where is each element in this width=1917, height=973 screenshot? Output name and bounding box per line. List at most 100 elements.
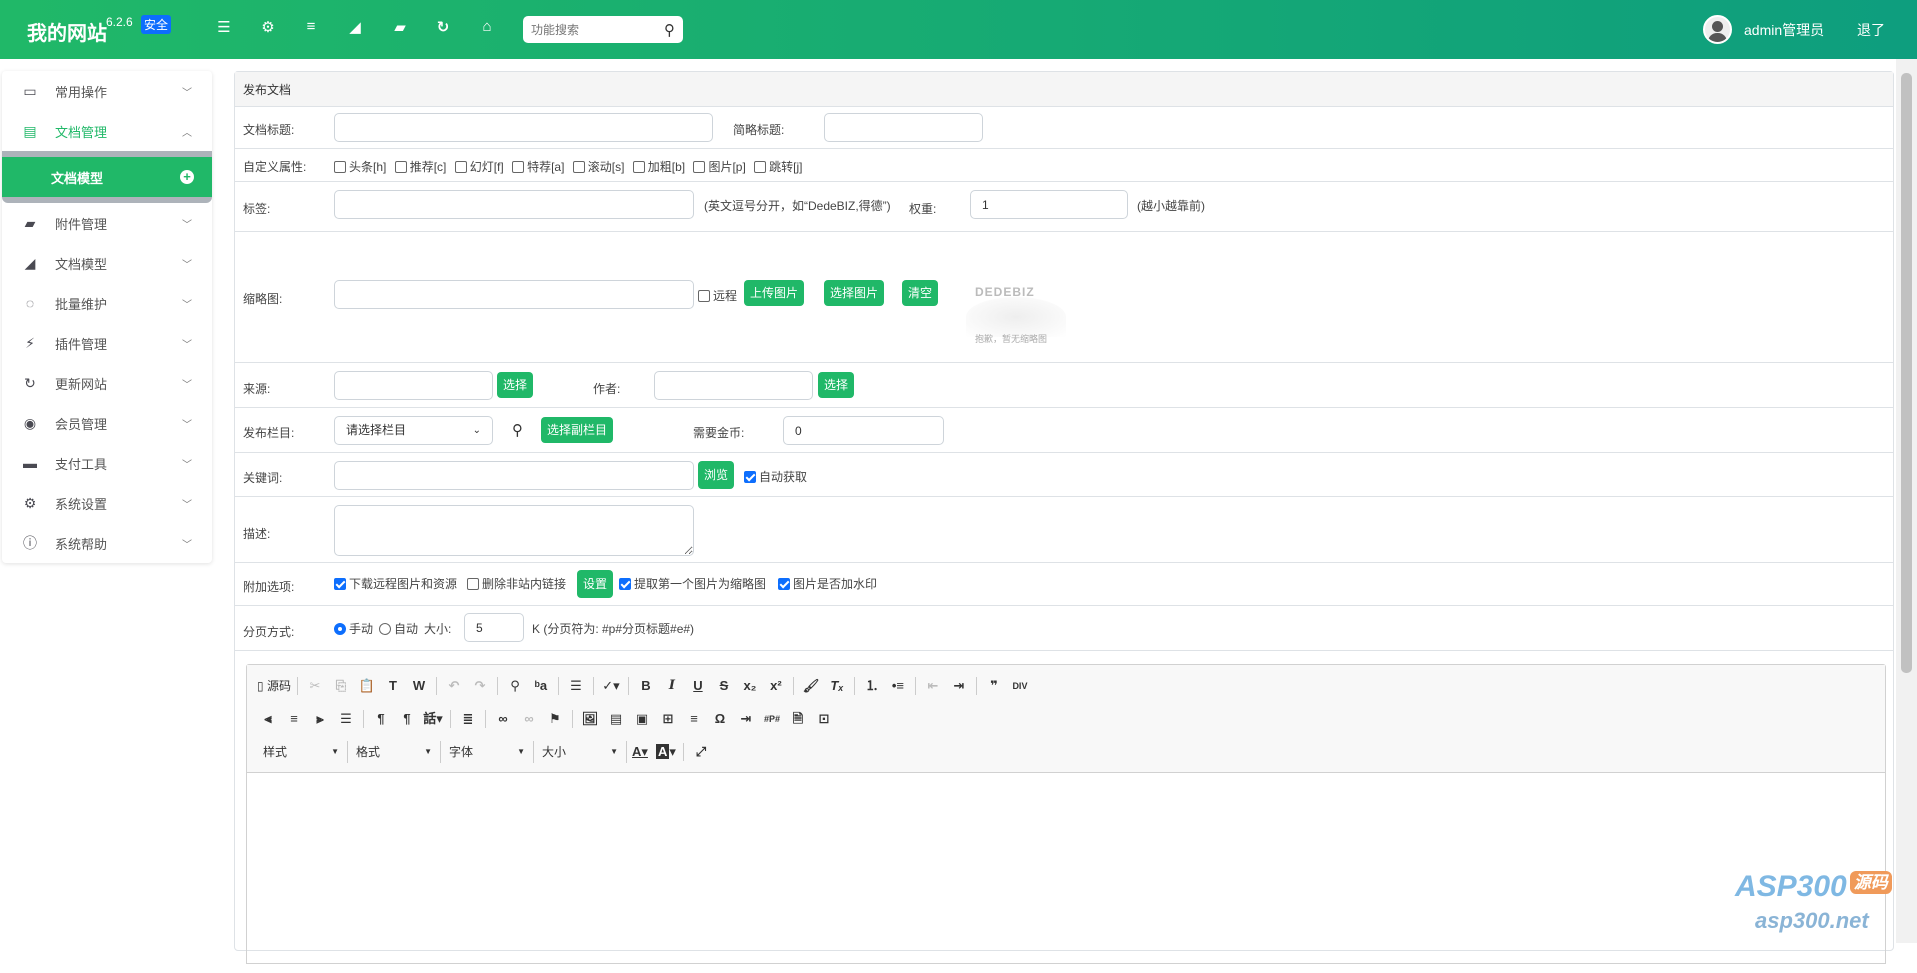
logout-link[interactable]: 退了 — [1857, 20, 1885, 40]
author-input[interactable] — [654, 371, 813, 400]
attr-h-checkbox[interactable]: 头条[h] — [334, 160, 386, 174]
sidebar-item-doc-model[interactable]: ◢ 文档模型 ﹀ — [2, 243, 212, 283]
browse-button[interactable]: 浏览 — [698, 461, 735, 489]
attr-s-checkbox[interactable]: 滚动[s] — [572, 160, 624, 174]
superscript-icon[interactable]: x² — [765, 675, 787, 697]
blockquote-icon[interactable]: ❞ — [983, 675, 1005, 697]
rtl-icon[interactable]: ¶ — [396, 708, 418, 730]
remove-links-checkbox[interactable]: 删除非站内链接 — [467, 575, 566, 592]
sidebar-item-attachments[interactable]: ▰ 附件管理 ﹀ — [2, 203, 212, 243]
bold-icon[interactable]: B — [635, 675, 657, 697]
site-name[interactable]: 我的网站 — [27, 17, 107, 46]
unlink-icon[interactable]: ∞ — [518, 708, 540, 730]
line-height-icon[interactable]: ≣ — [457, 708, 479, 730]
editor-content-area[interactable] — [247, 773, 1885, 973]
weight-input[interactable] — [970, 190, 1128, 219]
remote-checkbox[interactable]: 远程 — [698, 287, 737, 304]
download-remote-checkbox[interactable]: 下载远程图片和资源 — [334, 575, 457, 592]
outdent-icon[interactable]: ⇤ — [922, 675, 944, 697]
attr-c-checkbox[interactable]: 推荐[c] — [394, 160, 446, 174]
source-input[interactable] — [334, 371, 493, 400]
justify-icon[interactable]: ☰ — [335, 708, 357, 730]
spellcheck-icon[interactable]: ✓▾ — [600, 675, 622, 697]
page-scrollbar[interactable] — [1896, 59, 1917, 943]
sidebar-item-update[interactable]: ↻ 更新网站 ﹀ — [2, 363, 212, 403]
page-break-icon[interactable]: ⇥ — [735, 708, 757, 730]
upload-image-button[interactable]: 上传图片 — [744, 280, 805, 306]
home-icon[interactable]: ⌂ — [477, 18, 497, 35]
description-textarea[interactable] — [334, 505, 694, 556]
anchor-icon[interactable]: ⚑ — [544, 708, 566, 730]
short-title-input[interactable] — [824, 113, 983, 142]
format-combo[interactable]: 格式 ▼ — [348, 740, 441, 763]
text-color-icon[interactable]: A▾ — [629, 741, 651, 763]
source-select-button[interactable]: 选择 — [497, 372, 534, 398]
remove-format-icon[interactable]: Tₓ — [826, 675, 848, 697]
redo-icon[interactable]: ↷ — [469, 675, 491, 697]
maximize-icon[interactable]: ⤢ — [690, 741, 712, 763]
sidebar-item-batch[interactable]: ◌ 批量维护 ﹀ — [2, 283, 212, 323]
first-image-thumb-checkbox[interactable]: 提取第一个图片为缩略图 — [619, 575, 766, 592]
doc-title-input[interactable] — [334, 113, 713, 142]
video-icon[interactable]: ▣ — [631, 708, 653, 730]
list-icon[interactable]: ≡ — [301, 18, 321, 35]
numbered-list-icon[interactable]: ⒈ — [861, 675, 883, 697]
attr-p-checkbox[interactable]: 图片[p] — [693, 160, 746, 174]
italic-icon[interactable]: I — [661, 675, 683, 697]
align-right-icon[interactable]: ⫸ — [309, 708, 331, 730]
search-input[interactable] — [531, 22, 664, 37]
folder-icon[interactable]: ▰ — [390, 18, 410, 36]
undo-icon[interactable]: ↶ — [443, 675, 465, 697]
link-icon[interactable]: ∞ — [492, 708, 514, 730]
attr-a-checkbox[interactable]: 特荐[a] — [512, 160, 564, 174]
tags-input[interactable] — [334, 190, 694, 219]
sidebar-item-help[interactable]: ⓘ 系统帮助 ﹀ — [2, 523, 212, 563]
paste-icon[interactable]: 📋 — [356, 675, 378, 697]
bg-color-icon[interactable]: A ▾ — [655, 741, 677, 763]
style-combo[interactable]: 样式 ▼ — [255, 740, 348, 763]
horizontal-rule-icon[interactable]: ≡ — [683, 708, 705, 730]
search-icon[interactable]: ⚲ — [512, 421, 523, 439]
replace-icon[interactable]: ᵇa — [530, 675, 552, 697]
sidebar-item-payment[interactable]: ▬ 支付工具 ﹀ — [2, 443, 212, 483]
align-left-icon[interactable]: ⫷ — [257, 708, 279, 730]
language-icon[interactable]: 話▾ — [422, 708, 444, 730]
paging-size-input[interactable] — [464, 613, 524, 642]
underline-icon[interactable]: U — [687, 675, 709, 697]
sidebar-item-documents[interactable]: ▤ 文档管理 ︿ — [2, 111, 212, 151]
ltr-icon[interactable]: ¶ — [370, 708, 392, 730]
sidebar-item-common[interactable]: ▭ 常用操作 ﹀ — [2, 71, 212, 111]
bulleted-list-icon[interactable]: •≡ — [887, 675, 909, 697]
username[interactable]: admin管理员 — [1744, 20, 1824, 40]
author-select-button[interactable]: 选择 — [818, 372, 855, 398]
font-combo[interactable]: 字体 ▼ — [441, 740, 534, 763]
sidebar-item-members[interactable]: ◉ 会员管理 ﹀ — [2, 403, 212, 443]
image-icon[interactable]: 🖼 — [579, 708, 601, 730]
copy-icon[interactable]: ⎘ — [330, 675, 352, 697]
gear-icon[interactable]: ⚙ — [258, 18, 278, 36]
coins-input[interactable] — [783, 416, 944, 445]
area-chart-icon[interactable]: ◢ — [345, 18, 365, 36]
select-all-icon[interactable]: ☰ — [565, 675, 587, 697]
template-icon[interactable]: ▤ — [605, 708, 627, 730]
avatar[interactable] — [1703, 15, 1732, 44]
extra-settings-button[interactable]: 设置 — [577, 570, 614, 598]
table-icon[interactable]: ⊞ — [657, 708, 679, 730]
size-combo[interactable]: 大小 ▼ — [534, 740, 627, 763]
sidebar-item-plugins[interactable]: ⚡ 插件管理 ﹀ — [2, 323, 212, 363]
save-icon[interactable]: 🗎 — [787, 708, 809, 730]
paste-text-icon[interactable]: T — [382, 675, 404, 697]
div-container-icon[interactable]: DIV — [1009, 675, 1031, 697]
outdent-icon[interactable]: ☰ — [214, 18, 234, 36]
column-select[interactable]: 请选择栏目 ⌄ — [334, 416, 493, 445]
php-icon[interactable]: #P# — [761, 708, 783, 730]
special-char-icon[interactable]: Ω — [709, 708, 731, 730]
subscript-icon[interactable]: x₂ — [739, 675, 761, 697]
copy-format-icon[interactable]: 🖌 — [800, 675, 822, 697]
find-icon[interactable]: ⚲ — [504, 675, 526, 697]
attr-f-checkbox[interactable]: 幻灯[f] — [454, 160, 504, 174]
refresh-icon[interactable]: ↻ — [433, 18, 453, 36]
cut-icon[interactable]: ✂ — [304, 675, 326, 697]
align-center-icon[interactable]: ≡ — [283, 708, 305, 730]
attr-j-checkbox[interactable]: 跳转[j] — [754, 160, 802, 174]
